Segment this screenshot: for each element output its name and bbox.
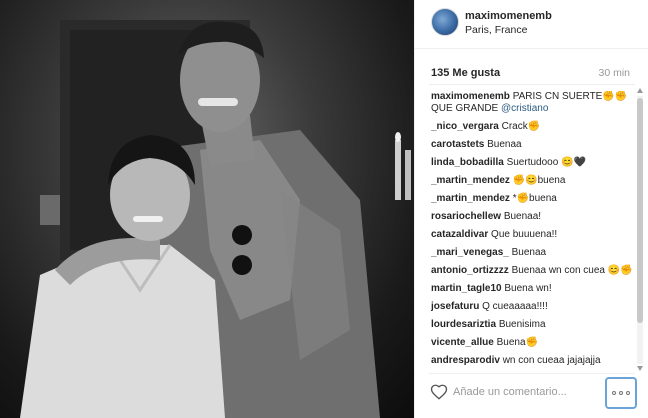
comment-username[interactable]: antonio_ortizzzz bbox=[431, 265, 509, 276]
post-username[interactable]: maximomenemb bbox=[465, 10, 552, 22]
comment-username[interactable]: linda_bobadilla bbox=[431, 157, 504, 168]
comment-text: wn con cueaa jajajajja bbox=[502, 355, 601, 366]
comment-text: Buena✊ bbox=[496, 337, 538, 348]
comment-item: lourdesariztia Buenisima bbox=[431, 319, 633, 331]
comment-item: martin_tagle10 Buena wn! bbox=[431, 283, 633, 295]
caption-mention[interactable]: @cristiano bbox=[501, 103, 548, 114]
comment-username[interactable]: _nico_vergara bbox=[431, 121, 499, 132]
comment-username[interactable]: rosariochellew bbox=[431, 211, 501, 222]
comment-username[interactable]: josefaturu bbox=[431, 301, 479, 312]
comment-username[interactable]: lourdesariztia bbox=[431, 319, 496, 330]
dot-icon bbox=[612, 391, 616, 395]
comment-text: Buenaa! bbox=[503, 211, 542, 222]
post-time[interactable]: 30 min bbox=[598, 67, 630, 79]
comment-item: _martin_mendez *✊buena bbox=[431, 193, 633, 205]
avatar[interactable] bbox=[431, 8, 459, 36]
photo-illustration bbox=[20, 20, 411, 418]
divider bbox=[429, 84, 635, 85]
candle bbox=[395, 140, 401, 200]
comment-text: *✊buena bbox=[512, 193, 557, 204]
scroll-down-arrow-icon[interactable] bbox=[637, 366, 643, 371]
post-side-panel: maximomenemb Paris, France 135 Me gusta … bbox=[414, 0, 648, 418]
comment-text: Buenaa bbox=[511, 247, 547, 258]
heart-icon[interactable] bbox=[430, 383, 448, 401]
comment-text: Buenaa wn con cuea 😊✊ bbox=[511, 265, 633, 276]
post-footer bbox=[415, 374, 648, 418]
lamp bbox=[40, 195, 60, 225]
comment-text: Buena wn! bbox=[504, 283, 552, 294]
comment-text: Buenisima bbox=[498, 319, 546, 330]
more-options-button[interactable] bbox=[605, 377, 637, 409]
comment-item: carotastets Buenaa bbox=[431, 139, 633, 151]
scroll-thumb[interactable] bbox=[637, 98, 643, 323]
comment-item: rosariochellew Buenaa! bbox=[431, 211, 633, 223]
comment-item: _mari_venegas_ Buenaa bbox=[431, 247, 633, 259]
comments-list: maximomenemb PARIS CN SUERTE✊✊ QUE GRAND… bbox=[431, 91, 633, 371]
dot-icon bbox=[626, 391, 630, 395]
comment-username[interactable]: carotastets bbox=[431, 139, 484, 150]
comment-item: _nico_vergara Crack✊ bbox=[431, 121, 633, 133]
comment-item: catazaldivar Que buuuena!! bbox=[431, 229, 633, 241]
comments-scrollbar[interactable] bbox=[637, 88, 643, 372]
comment-text: Que buuuena!! bbox=[491, 229, 558, 240]
caption-username[interactable]: maximomenemb bbox=[431, 91, 510, 102]
comment-username[interactable]: catazaldivar bbox=[431, 229, 488, 240]
comment-text: Crack✊ bbox=[501, 121, 541, 132]
divider bbox=[415, 48, 648, 49]
comment-item: _martin_mendez ✊😊buena bbox=[431, 175, 633, 187]
comment-text: Buenaa bbox=[487, 139, 522, 150]
comment-item: linda_bobadilla Suertudooo 😊🖤 bbox=[431, 157, 633, 169]
likes-count[interactable]: 135 Me gusta bbox=[431, 67, 500, 79]
comment-item: antonio_ortizzzz Buenaa wn con cuea 😊✊ bbox=[431, 265, 633, 277]
caption: maximomenemb PARIS CN SUERTE✊✊ QUE GRAND… bbox=[431, 91, 633, 115]
comment-username[interactable]: _martin_mendez bbox=[431, 175, 510, 186]
comment-username[interactable]: _mari_venegas_ bbox=[431, 247, 509, 258]
comment-text: Q cueaaaaa!!!! bbox=[482, 301, 548, 312]
comment-username[interactable]: andresparodiv bbox=[431, 355, 500, 366]
post-header: maximomenemb Paris, France bbox=[415, 0, 648, 48]
comment-item: josefaturu Q cueaaaaa!!!! bbox=[431, 301, 633, 313]
comment-text: Suertudooo 😊🖤 bbox=[506, 157, 586, 168]
post-location[interactable]: Paris, France bbox=[465, 24, 527, 36]
comment-input[interactable] bbox=[453, 383, 593, 401]
comment-username[interactable]: _martin_mendez bbox=[431, 193, 510, 204]
post-photo bbox=[0, 0, 414, 418]
comment-text: ✊😊buena bbox=[512, 175, 566, 186]
sunglasses bbox=[232, 225, 252, 245]
comment-item: vicente_allue Buena✊ bbox=[431, 337, 633, 349]
boy-shirt bbox=[20, 245, 225, 418]
comment-item: andresparodiv wn con cueaa jajajajja bbox=[431, 355, 633, 367]
dot-icon bbox=[619, 391, 623, 395]
comment-username[interactable]: martin_tagle10 bbox=[431, 283, 502, 294]
comment-username[interactable]: vicente_allue bbox=[431, 337, 494, 348]
scroll-up-arrow-icon[interactable] bbox=[637, 88, 643, 93]
